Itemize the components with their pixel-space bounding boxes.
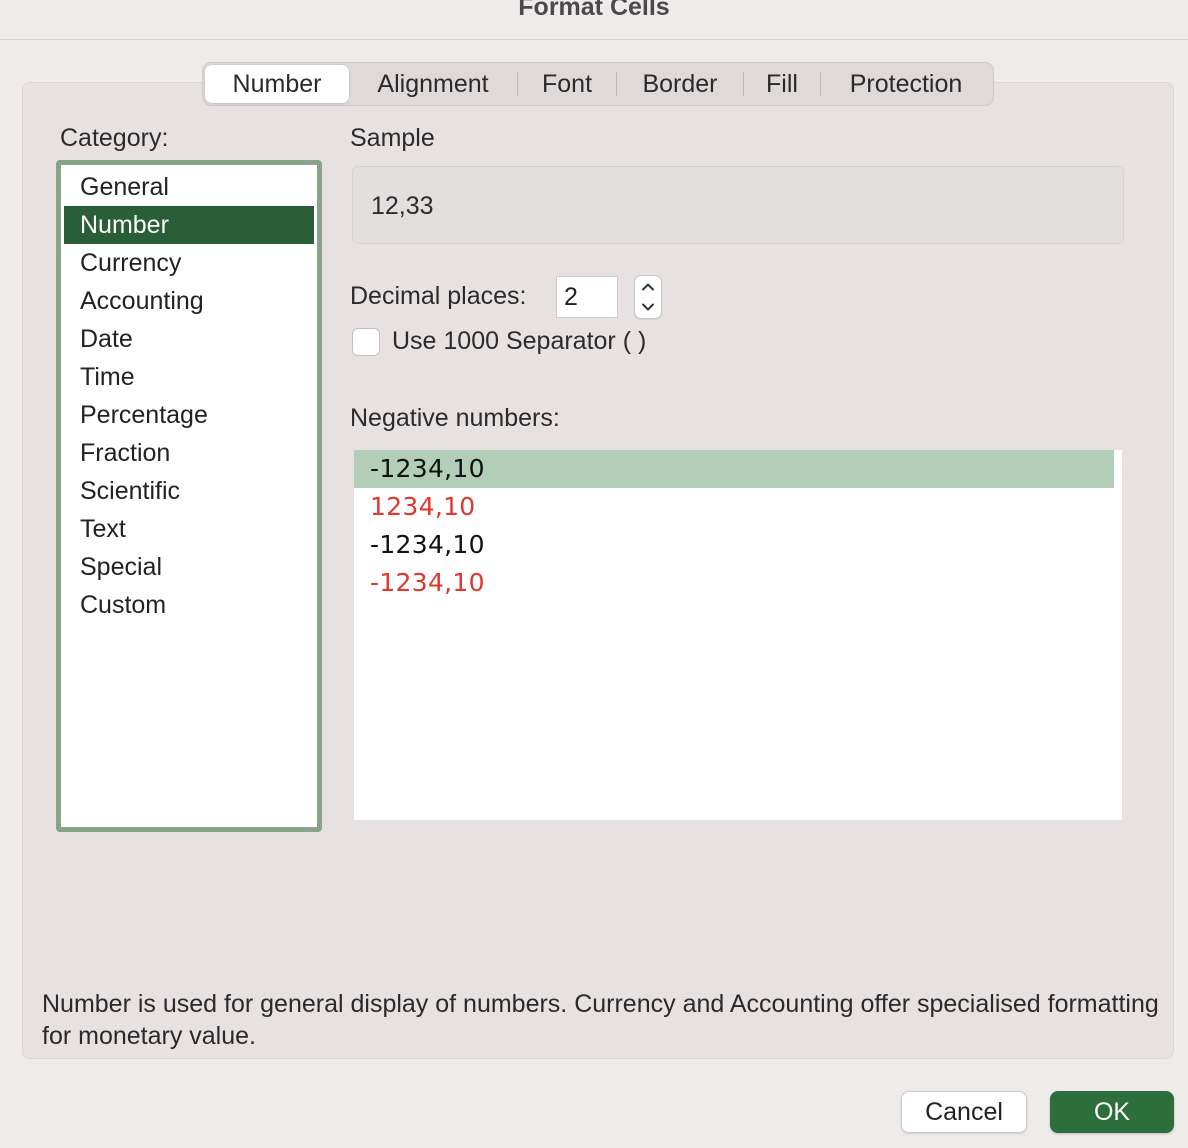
tab-number[interactable]: Number	[205, 65, 349, 103]
tab-border[interactable]: Border	[617, 65, 743, 103]
dialog-title: Format Cells	[518, 0, 670, 21]
format-cells-dialog: Format Cells Number Alignment Font Borde…	[0, 0, 1188, 1148]
category-item-custom[interactable]: Custom	[64, 586, 314, 624]
decimal-places-label: Decimal places:	[350, 282, 527, 310]
thousand-separator-checkbox[interactable]	[352, 328, 380, 356]
category-item-scientific[interactable]: Scientific	[64, 472, 314, 510]
category-item-currency[interactable]: Currency	[64, 244, 314, 282]
decimal-places-input[interactable]	[556, 276, 618, 318]
category-list[interactable]: General Number Currency Accounting Date …	[64, 168, 314, 624]
category-item-time[interactable]: Time	[64, 358, 314, 396]
category-item-general[interactable]: General	[64, 168, 314, 206]
category-item-percentage[interactable]: Percentage	[64, 396, 314, 434]
ok-button[interactable]: OK	[1050, 1091, 1174, 1133]
thousand-separator-label[interactable]: Use 1000 Separator ( )	[392, 327, 646, 356]
sample-label: Sample	[350, 124, 435, 152]
chevron-down-icon	[642, 303, 654, 311]
cancel-button[interactable]: Cancel	[901, 1091, 1027, 1133]
tab-fill[interactable]: Fill	[744, 65, 820, 103]
stepper-up-button[interactable]	[635, 276, 661, 297]
title-bar: Format Cells	[0, 0, 1188, 40]
chevron-up-icon	[642, 283, 654, 291]
negative-format-item[interactable]: 1234,10	[354, 488, 1122, 526]
tab-font[interactable]: Font	[518, 65, 616, 103]
negative-format-item[interactable]: -1234,10	[354, 526, 1122, 564]
category-item-accounting[interactable]: Accounting	[64, 282, 314, 320]
tab-protection[interactable]: Protection	[821, 65, 991, 103]
negative-numbers-list[interactable]: -1234,10 1234,10 -1234,10 -1234,10	[354, 450, 1122, 820]
category-item-number[interactable]: Number	[64, 206, 314, 244]
category-description: Number is used for general display of nu…	[42, 990, 1159, 1050]
category-item-date[interactable]: Date	[64, 320, 314, 358]
decimal-places-stepper[interactable]	[634, 275, 662, 319]
negative-numbers-label: Negative numbers:	[350, 404, 560, 432]
negative-format-item[interactable]: -1234,10	[354, 564, 1122, 602]
sample-preview: 12,33	[352, 166, 1124, 244]
stepper-down-button[interactable]	[635, 297, 661, 318]
category-item-text[interactable]: Text	[64, 510, 314, 548]
category-label: Category:	[60, 124, 169, 152]
category-item-fraction[interactable]: Fraction	[64, 434, 314, 472]
negative-format-item[interactable]: -1234,10	[354, 450, 1114, 488]
category-list-frame: General Number Currency Accounting Date …	[56, 160, 322, 832]
category-item-special[interactable]: Special	[64, 548, 314, 586]
tab-alignment[interactable]: Alignment	[349, 65, 517, 103]
tab-bar: Number Alignment Font Border Fill Protec…	[202, 62, 994, 106]
